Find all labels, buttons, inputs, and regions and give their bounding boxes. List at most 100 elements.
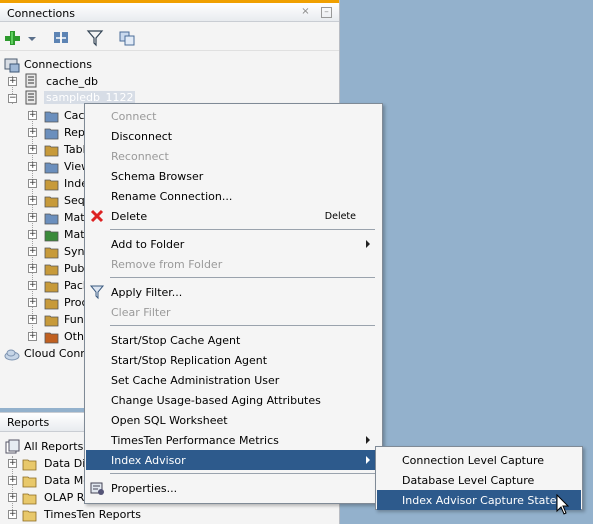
red-x-icon [89, 208, 105, 224]
report-folder-icon [22, 456, 38, 472]
submenu-item-database-level-capture[interactable]: Database Level Capture [377, 470, 581, 490]
menu-item-schema-browser[interactable]: Schema Browser [86, 166, 381, 186]
expand-icon[interactable]: + [28, 247, 37, 256]
expand-icon[interactable]: + [8, 459, 17, 468]
menu-item-add-to-folder[interactable]: Add to Folder [86, 234, 381, 254]
folder-icon [44, 210, 60, 226]
filter-icon[interactable] [86, 29, 104, 47]
folder-icon [44, 125, 60, 141]
add-connection-icon[interactable] [4, 29, 22, 47]
close-icon[interactable]: × [300, 7, 311, 18]
submenu-item-label: Index Advisor Capture State [402, 494, 557, 507]
menu-separator [110, 229, 375, 230]
submenu-item-index-advisor-capture-state[interactable]: Index Advisor Capture State [377, 490, 581, 510]
expand-icon[interactable]: + [28, 196, 37, 205]
menu-item-disconnect[interactable]: Disconnect [86, 126, 381, 146]
menu-item-change-usage-based-aging-attributes[interactable]: Change Usage-based Aging Attributes [86, 390, 381, 410]
chevron-down-icon[interactable] [26, 29, 38, 47]
folder-icon [44, 176, 60, 192]
expand-icon[interactable]: + [28, 162, 37, 171]
tree-root-label: All Reports [24, 440, 84, 453]
expand-icon[interactable]: + [28, 281, 37, 290]
collapse-icon[interactable]: − [8, 94, 17, 103]
reports-icon [4, 439, 20, 455]
report-folder-icon [22, 507, 38, 523]
menu-item-label: Reconnect [111, 150, 169, 163]
submenu-item-label: Connection Level Capture [402, 454, 545, 467]
menu-item-apply-filter[interactable]: Apply Filter... [86, 282, 381, 302]
expand-icon[interactable]: + [28, 213, 37, 222]
expand-icon[interactable]: + [28, 145, 37, 154]
menu-item-timesten-performance-metrics[interactable]: TimesTen Performance Metrics [86, 430, 381, 450]
expand-icon[interactable]: + [28, 111, 37, 120]
expand-icon[interactable]: + [8, 476, 17, 485]
expand-icon[interactable]: + [28, 230, 37, 239]
menu-item-properties[interactable]: Properties... [86, 478, 381, 498]
menu-item-start-stop-cache-agent[interactable]: Start/Stop Cache Agent [86, 330, 381, 350]
report-item[interactable]: + TimesTen Reports [6, 506, 156, 524]
menu-item-rename-connection[interactable]: Rename Connection... [86, 186, 381, 206]
menu-item-label: Change Usage-based Aging Attributes [111, 394, 321, 407]
folder-icon [44, 295, 60, 311]
menu-item-label: Rename Connection... [111, 190, 233, 203]
expand-icon[interactable]: + [28, 179, 37, 188]
expand-icon[interactable]: + [28, 315, 37, 324]
refresh-icon[interactable] [52, 29, 70, 47]
menu-item-clear-filter[interactable]: Clear Filter [86, 302, 381, 322]
submenu-arrow-icon [366, 456, 370, 464]
menu-item-label: Properties... [111, 482, 178, 495]
cloud-icon [4, 346, 20, 362]
menu-item-label: Set Cache Administration User [111, 374, 280, 387]
folder-icon [44, 312, 60, 328]
submenu-item-label: Database Level Capture [402, 474, 535, 487]
menu-separator [110, 325, 375, 326]
tree-child-label: Tabl [64, 143, 86, 156]
folder-icon [44, 261, 60, 277]
menu-item-label: Start/Stop Cache Agent [111, 334, 241, 347]
menu-item-label: Index Advisor [111, 454, 186, 467]
expand-icon[interactable]: + [8, 493, 17, 502]
menu-item-index-advisor[interactable]: Index Advisor [86, 450, 381, 470]
schema-browser-icon[interactable] [118, 29, 136, 47]
menu-item-open-sql-worksheet[interactable]: Open SQL Worksheet [86, 410, 381, 430]
filter-icon [89, 284, 105, 300]
folder-icon [44, 227, 60, 243]
submenu-item-connection-level-capture[interactable]: Connection Level Capture [377, 450, 581, 470]
menu-item-start-stop-replication-agent[interactable]: Start/Stop Replication Agent [86, 350, 381, 370]
index-advisor-submenu: Connection Level Capture Database Level C… [375, 446, 583, 510]
tree-item-cache-db[interactable]: + cache_db [6, 73, 206, 91]
connections-toolbar [0, 25, 339, 51]
folder-icon [44, 159, 60, 175]
report-item-label: TimesTen Reports [44, 508, 141, 521]
menu-item-reconnect[interactable]: Reconnect [86, 146, 381, 166]
context-menu: Connect Disconnect Reconnect Schema Browser… [84, 103, 383, 504]
menu-item-delete[interactable]: Delete Delete [86, 206, 381, 226]
expand-icon[interactable]: + [8, 510, 17, 519]
folder-icon [44, 108, 60, 124]
folder-icon [44, 193, 60, 209]
minimize-icon[interactable]: – [321, 7, 332, 18]
reports-panel-title: Reports [7, 416, 50, 429]
folder-icon [44, 142, 60, 158]
menu-item-connect[interactable]: Connect [86, 106, 381, 126]
expand-icon[interactable]: + [28, 128, 37, 137]
expand-icon[interactable]: + [28, 332, 37, 341]
tree-root-label: Connections [24, 58, 92, 71]
report-folder-icon [22, 490, 38, 506]
expand-icon[interactable]: + [8, 77, 17, 86]
menu-item-label: Schema Browser [111, 170, 204, 183]
menu-item-remove-from-folder[interactable]: Remove from Folder [86, 254, 381, 274]
connections-panel-header: Connections × – [0, 0, 339, 22]
expand-icon[interactable]: + [28, 298, 37, 307]
menu-item-label: Open SQL Worksheet [111, 414, 228, 427]
menu-item-label: Apply Filter... [111, 286, 183, 299]
menu-item-label: Delete [111, 210, 148, 223]
tree-root-connections[interactable]: Connections [4, 56, 204, 74]
menu-item-label: Add to Folder [111, 238, 185, 251]
database-connection-icon [24, 73, 40, 89]
menu-item-label: TimesTen Performance Metrics [111, 434, 279, 447]
expand-icon[interactable]: + [28, 264, 37, 273]
tree-item-label: cache_db [46, 75, 99, 88]
folder-icon [44, 278, 60, 294]
menu-item-set-cache-administration-user[interactable]: Set Cache Administration User [86, 370, 381, 390]
